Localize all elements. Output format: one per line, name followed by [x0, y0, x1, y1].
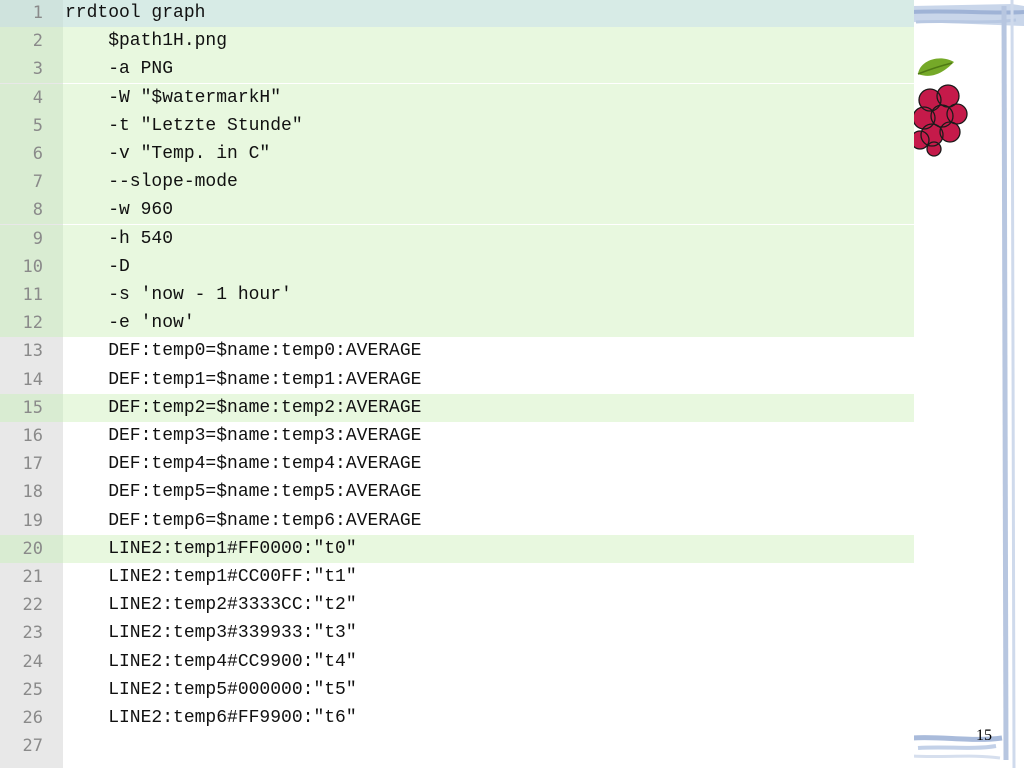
line-number: 23: [22, 623, 43, 644]
line-number: 27: [22, 736, 43, 757]
code-text: DEF:temp1=$name:temp1:AVERAGE: [65, 369, 422, 390]
line-number: 8: [0, 196, 63, 225]
line-number: 19: [22, 510, 43, 531]
code-line: 14 DEF:temp1=$name:temp1:AVERAGE: [0, 366, 914, 394]
code-line: 2 $path1H.png: [0, 27, 914, 56]
raspberry-logo-icon: [912, 58, 968, 157]
code-line: 13 DEF:temp0=$name:temp0:AVERAGE: [0, 337, 914, 365]
code-text: -t "Letzte Stunde": [65, 115, 303, 136]
code-line: 11 -s 'now - 1 hour': [0, 281, 914, 309]
page-number: 15: [976, 727, 992, 744]
code-line: 8 -w 960: [0, 196, 914, 225]
code-line: 4 -W "$watermarkH": [0, 83, 914, 112]
code-text: rrdtool graph: [65, 3, 206, 23]
line-number: 1: [0, 0, 63, 27]
code-text: -h 540: [65, 228, 174, 249]
line-number: 3: [0, 55, 63, 84]
code-text: LINE2:temp5#000000:"t5": [65, 679, 357, 700]
code-text: LINE2:temp4#CC9900:"t4": [65, 651, 357, 672]
line-number: 22: [22, 595, 43, 616]
code-line: 18 DEF:temp5=$name:temp5:AVERAGE: [0, 478, 914, 506]
line-number: 14: [22, 369, 43, 390]
code-text: DEF:temp4=$name:temp4:AVERAGE: [65, 454, 422, 475]
code-line: 7 --slope-mode: [0, 168, 914, 197]
slide: 1 rrdtool graph 2 $path1H.png 3 -a PNG 4 -W …: [0, 0, 1024, 768]
code-text: -a PNG: [65, 59, 174, 80]
code-line: 17 DEF:temp4=$name:temp4:AVERAGE: [0, 450, 914, 478]
code-text: LINE2:temp2#3333CC:"t2": [65, 595, 357, 616]
code-line: 3 -a PNG: [0, 55, 914, 84]
code-text: --slope-mode: [65, 172, 238, 193]
code-line: 10 -D: [0, 252, 914, 281]
code-line: 22 LINE2:temp2#3333CC:"t2": [0, 591, 914, 619]
line-number: 2: [0, 27, 63, 56]
code-text: LINE2:temp6#FF9900:"t6": [65, 708, 357, 728]
line-number: 18: [22, 482, 43, 503]
code-text: DEF:temp2=$name:temp2:AVERAGE: [65, 397, 422, 418]
code-line: 15 DEF:temp2=$name:temp2:AVERAGE: [0, 393, 914, 422]
line-number: 10: [0, 252, 63, 281]
line-number: 24: [22, 651, 43, 672]
code-text: LINE2:temp1#FF0000:"t0": [65, 538, 357, 559]
code-line: 9 -h 540: [0, 224, 914, 253]
code-text: $path1H.png: [65, 31, 228, 52]
line-number: 26: [22, 708, 43, 728]
code-line: 16 DEF:temp3=$name:temp3:AVERAGE: [0, 422, 914, 450]
code-text: DEF:temp5=$name:temp5:AVERAGE: [65, 482, 422, 503]
code-text: DEF:temp0=$name:temp0:AVERAGE: [65, 341, 422, 362]
line-number: 15: [0, 393, 63, 422]
code-text: LINE2:temp3#339933:"t3": [65, 623, 357, 644]
code-editor: 1 rrdtool graph 2 $path1H.png 3 -a PNG 4 -W …: [0, 0, 914, 768]
line-number: 6: [0, 140, 63, 168]
code-text: LINE2:temp1#CC00FF:"t1": [65, 567, 357, 587]
line-number: 25: [22, 679, 43, 700]
code-text: -W "$watermarkH": [65, 87, 282, 108]
code-line: 25 LINE2:temp5#000000:"t5": [0, 676, 914, 704]
line-number: 7: [0, 168, 63, 197]
code-line: 5 -t "Letzte Stunde": [0, 111, 914, 140]
code-line: 12 -e 'now': [0, 309, 914, 338]
line-number: 9: [0, 224, 63, 253]
decorative-border: [912, 0, 1024, 768]
code-text: -w 960: [65, 200, 174, 221]
code-text: -D: [65, 256, 130, 277]
code-line: 24 LINE2:temp4#CC9900:"t4": [0, 648, 914, 676]
line-number: 17: [22, 454, 43, 475]
line-number: 5: [0, 111, 63, 140]
code-text: -s 'now - 1 hour': [65, 285, 292, 305]
code-text: DEF:temp6=$name:temp6:AVERAGE: [65, 510, 422, 531]
code-text: -e 'now': [65, 313, 195, 334]
line-number: 21: [22, 567, 43, 587]
code-line: 23 LINE2:temp3#339933:"t3": [0, 619, 914, 647]
line-number: 4: [0, 83, 63, 112]
code-line: 1 rrdtool graph: [0, 0, 914, 27]
line-number: 12: [0, 309, 63, 338]
code-line: 21 LINE2:temp1#CC00FF:"t1": [0, 563, 914, 591]
code-line: 6 -v "Temp. in C": [0, 140, 914, 168]
line-number: 11: [0, 281, 63, 309]
code-line: 20 LINE2:temp1#FF0000:"t0": [0, 534, 914, 563]
code-text: -v "Temp. in C": [65, 144, 271, 164]
line-number: 13: [22, 341, 43, 362]
code-text: DEF:temp3=$name:temp3:AVERAGE: [65, 426, 422, 446]
code-line: 26 LINE2:temp6#FF9900:"t6": [0, 704, 914, 732]
line-number: 20: [0, 534, 63, 563]
line-number: 16: [22, 426, 43, 446]
code-line: 27: [0, 732, 914, 760]
code-line: 19 DEF:temp6=$name:temp6:AVERAGE: [0, 507, 914, 535]
